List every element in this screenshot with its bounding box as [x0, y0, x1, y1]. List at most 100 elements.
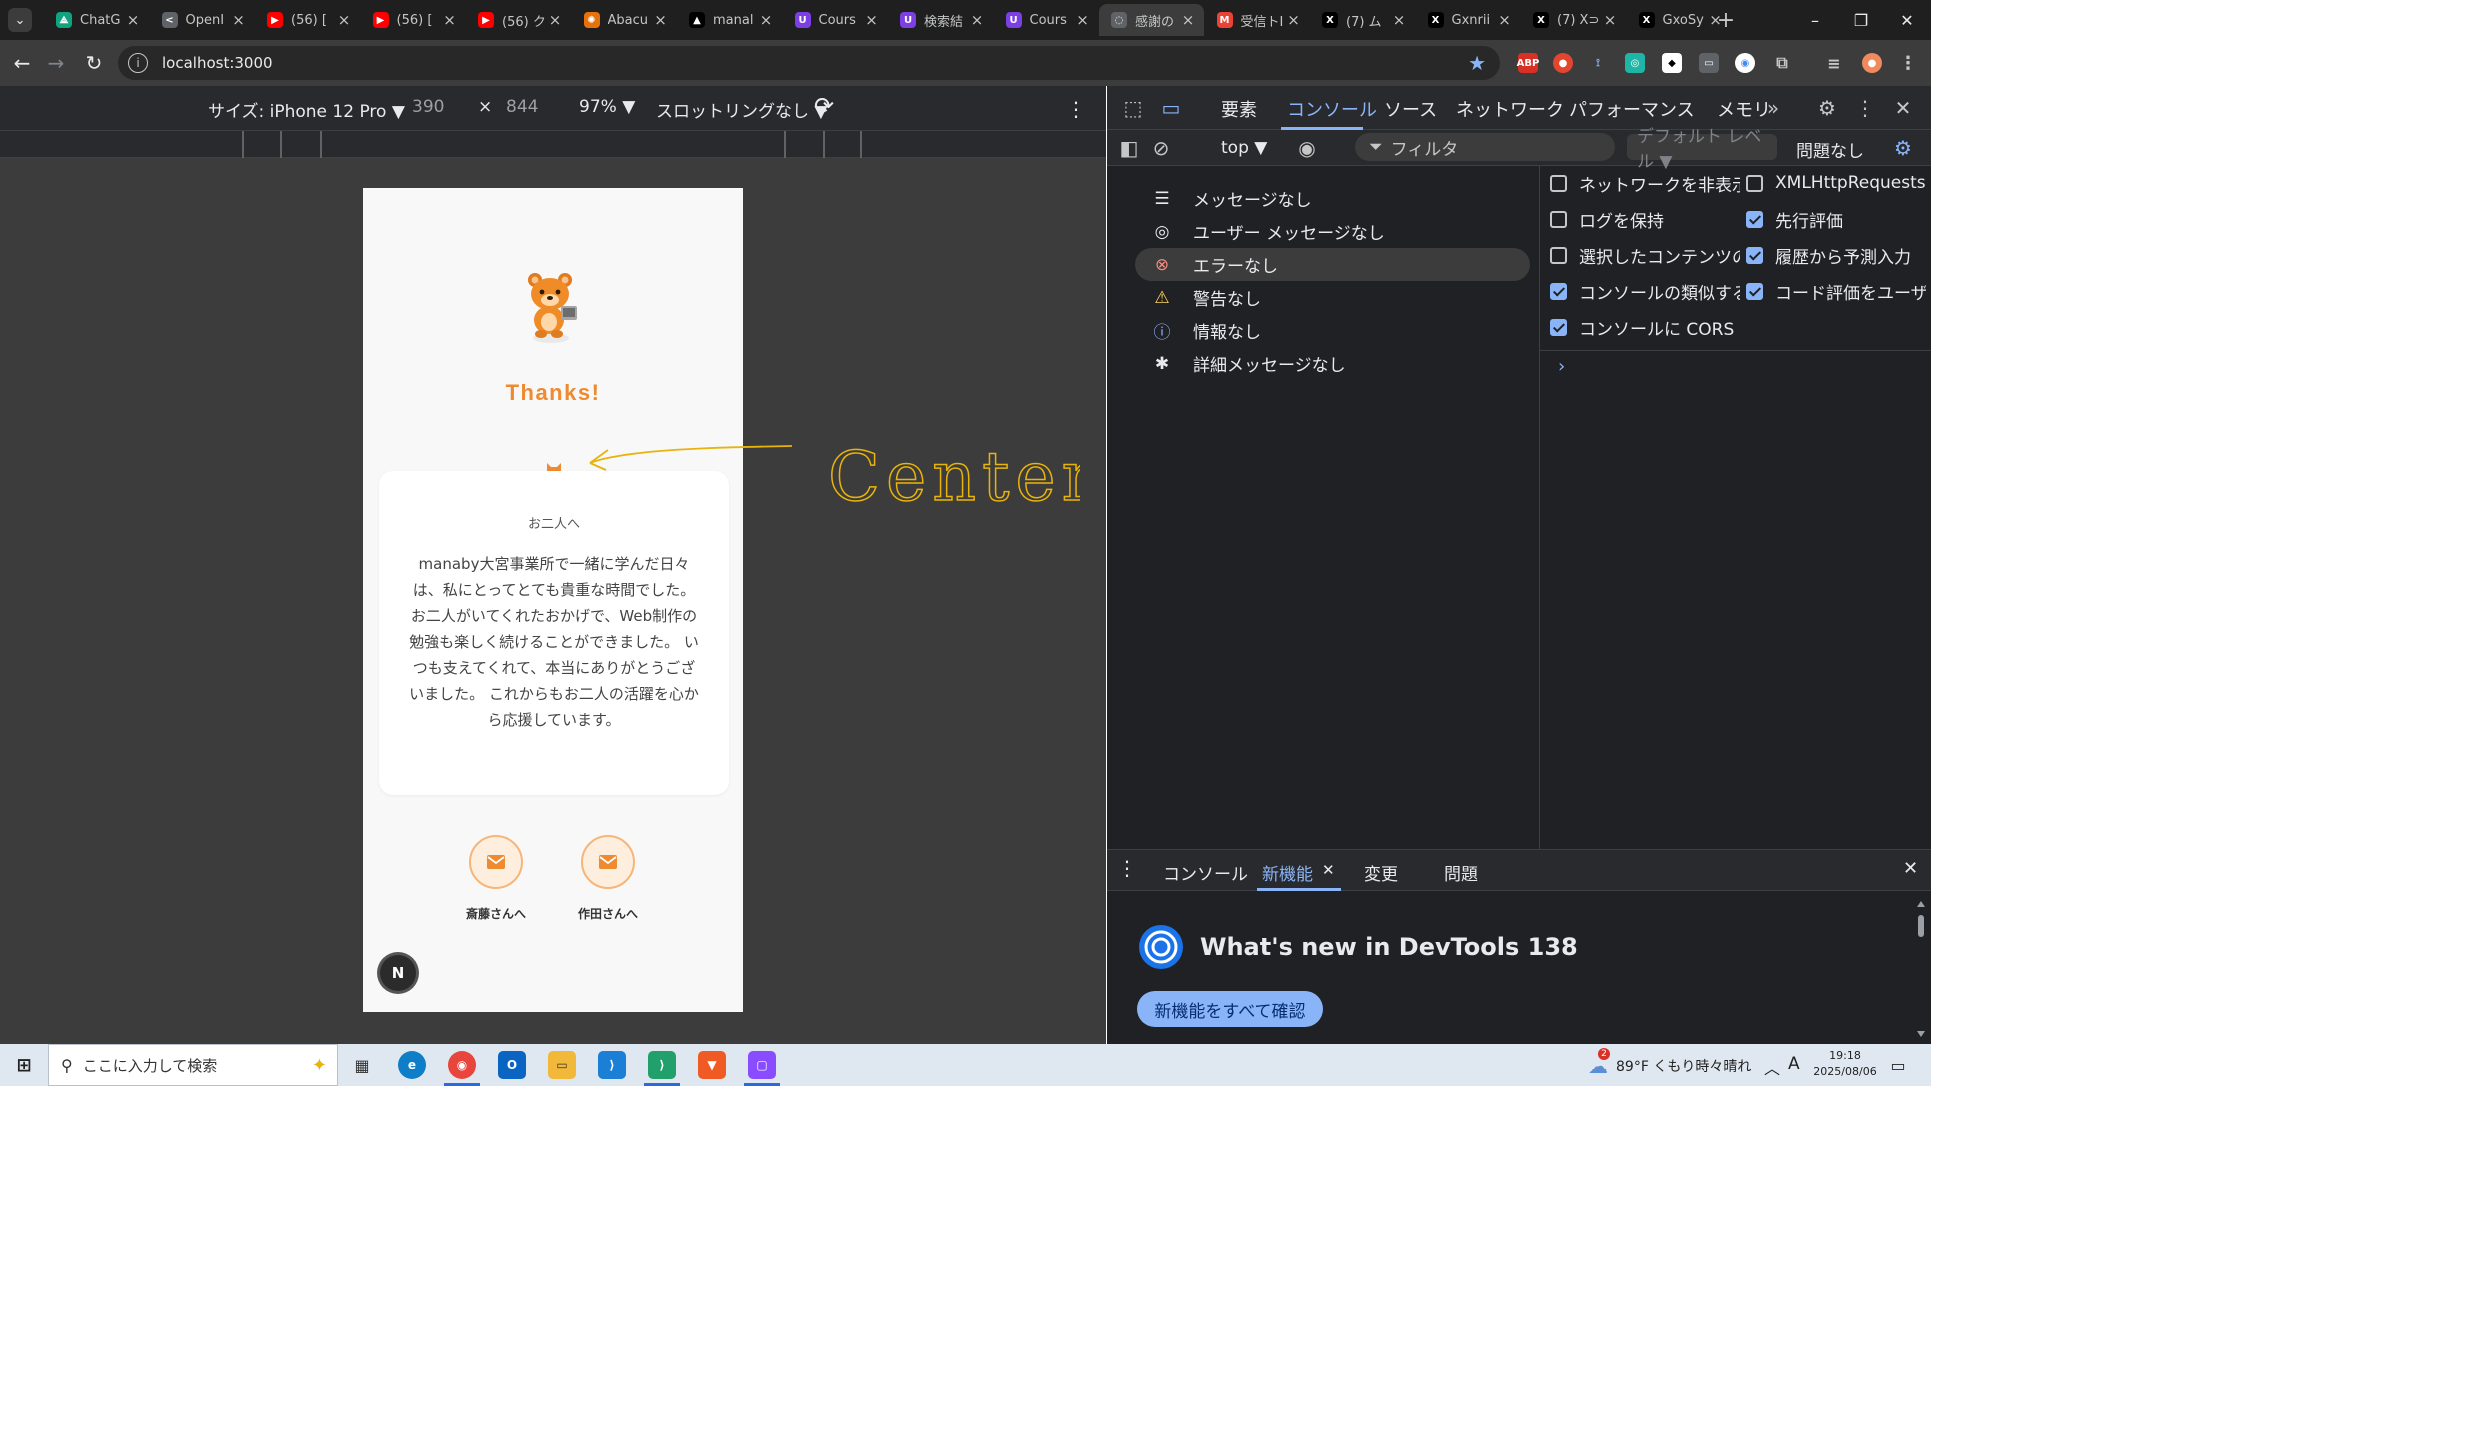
log-level-select[interactable]: デフォルト レベル ▼	[1627, 127, 1777, 172]
drawer-scrollbar[interactable]	[1916, 901, 1926, 1037]
close-tab-icon[interactable]: ×	[123, 11, 143, 29]
outlook-icon[interactable]: O	[498, 1051, 526, 1079]
drawer-menu-icon[interactable]: ⋮	[1117, 856, 1137, 880]
tab-console[interactable]: コンソール	[1287, 96, 1377, 122]
browser-tab[interactable]: X (7) ム ×	[1310, 4, 1415, 36]
task-view-icon[interactable]: ▦	[348, 1051, 376, 1079]
weather-widget[interactable]: ☁ 2 89°F くもり時々晴れ	[1588, 1048, 1751, 1078]
see-all-features-button[interactable]: 新機能をすべて確認	[1137, 991, 1323, 1027]
close-tab-icon[interactable]: ×	[1495, 11, 1515, 29]
more-tabs-icon[interactable]: »	[1759, 94, 1787, 122]
sidebar-item-errors[interactable]: ⊗ エラーなし	[1135, 248, 1530, 281]
clear-console-icon[interactable]: ⊘	[1147, 134, 1175, 162]
setting-user-activation[interactable]: コード評価をユーザー ...	[1746, 278, 1926, 304]
profile-avatar[interactable]: ●	[1862, 53, 1882, 73]
sidebar-item-verbose[interactable]: ✱ 詳細メッセージなし	[1135, 347, 1530, 380]
browser-tab[interactable]: ▶ (56) [×	[361, 4, 466, 36]
media-query-ruler[interactable]	[0, 130, 1106, 159]
checkbox[interactable]	[1746, 210, 1763, 228]
browser-tab[interactable]: U Cours ×	[994, 4, 1099, 36]
setting-eager-eval[interactable]: 先行評価	[1746, 206, 1926, 232]
device-toggle-icon[interactable]: ▭	[1157, 94, 1185, 122]
tab-search-button[interactable]: ⌄	[8, 8, 32, 32]
checkbox[interactable]	[1550, 318, 1567, 336]
tab-performance[interactable]: パフォーマンス	[1569, 96, 1695, 122]
address-bar[interactable]: i localhost:3000 ★	[118, 46, 1500, 80]
taskbar-search-input[interactable]: ⚲ ここに入力して検索 ✦	[48, 1044, 338, 1086]
chrome-browser-icon[interactable]: ◉	[448, 1051, 476, 1079]
close-tab-icon[interactable]: ×	[334, 11, 354, 29]
browser-tab[interactable]: ◌ 感謝の ×	[1099, 4, 1204, 36]
reload-button[interactable]: ↻	[80, 49, 108, 77]
settings-gear-icon[interactable]: ⚙	[1813, 94, 1841, 122]
setting-log-xhr[interactable]: XMLHttpRequests...	[1746, 170, 1926, 196]
close-tab-icon[interactable]: ×	[229, 11, 249, 29]
drawer-tab-console[interactable]: コンソール	[1163, 860, 1248, 885]
taskbar-clock[interactable]: 19:18 2025/08/06	[1808, 1048, 1882, 1080]
checkbox[interactable]	[1746, 246, 1763, 264]
checkbox[interactable]	[1550, 210, 1567, 228]
checkbox[interactable]	[1550, 174, 1567, 192]
close-tab-icon[interactable]: ×	[545, 11, 565, 29]
restore-button[interactable]: ❐	[1841, 6, 1881, 34]
tab-network[interactable]: ネットワーク	[1456, 96, 1564, 122]
new-tab-button[interactable]: +	[1712, 6, 1740, 34]
mail-button-label[interactable]: 斎藤さんへ	[436, 905, 556, 922]
checkbox[interactable]	[1550, 246, 1567, 264]
close-tab-icon[interactable]: ✕	[1322, 861, 1335, 879]
back-button[interactable]: ←	[8, 49, 36, 77]
close-drawer-icon[interactable]: ✕	[1903, 858, 1918, 879]
browser-tab[interactable]: ▶ (56) ク ×	[466, 4, 571, 36]
vscode-icon[interactable]: ⟩	[598, 1051, 626, 1079]
browser-tab[interactable]: M 受信トI ×	[1205, 4, 1310, 36]
console-settings-gear-icon[interactable]: ⚙	[1889, 134, 1917, 162]
extension-icon[interactable]: ◉	[1735, 53, 1755, 73]
context-select[interactable]: top ▼	[1221, 138, 1267, 158]
adblock-extension-icon[interactable]: ABP	[1517, 53, 1539, 73]
browser-tab[interactable]: U 検索結 ×	[888, 4, 993, 36]
issues-count[interactable]: 問題なし	[1796, 137, 1864, 162]
browser-tab[interactable]: ✺ Abacu ×	[572, 4, 677, 36]
puzzle-extensions-icon[interactable]: ⧉	[1772, 53, 1792, 73]
translate-extension-icon[interactable]: ⟟	[1588, 53, 1608, 73]
filter-input[interactable]: ⏷ フィルタ	[1355, 133, 1615, 161]
mail-button-sakuta[interactable]	[581, 835, 635, 889]
drawer-tab-issues[interactable]: 問題	[1444, 860, 1478, 885]
site-info-icon[interactable]: i	[128, 53, 148, 73]
chevron-up-icon[interactable]: ︿	[1764, 1055, 1780, 1079]
notification-icon[interactable]: ▭	[1884, 1051, 1912, 1079]
device-more-icon[interactable]: ⋮	[1066, 97, 1086, 121]
mail-button-saito[interactable]	[469, 835, 523, 889]
close-tab-icon[interactable]: ×	[1178, 11, 1198, 29]
close-devtools-icon[interactable]: ✕	[1889, 94, 1917, 122]
extension-icon[interactable]: ◎	[1625, 53, 1645, 73]
brave-browser-icon[interactable]: ▼	[698, 1051, 726, 1079]
browser-tab[interactable]: < OpenI ×	[150, 4, 255, 36]
setting-selected-context[interactable]: 選択したコンテンツの...	[1550, 242, 1740, 268]
inspect-element-icon[interactable]: ⬚	[1119, 94, 1147, 122]
device-height-input[interactable]: 844	[506, 97, 538, 117]
mail-button-label[interactable]: 作田さんへ	[548, 905, 668, 922]
vscode-insiders-icon[interactable]: ⟩	[648, 1051, 676, 1079]
close-window-button[interactable]: ✕	[1887, 6, 1927, 34]
minimize-button[interactable]: –	[1795, 6, 1835, 34]
sidebar-item-warnings[interactable]: ⚠ 警告なし	[1135, 281, 1530, 314]
rotate-icon[interactable]: ⟳	[814, 92, 834, 120]
setting-group-similar[interactable]: コンソールの類似する...	[1550, 278, 1740, 304]
setting-hide-network[interactable]: ネットワークを非表示	[1550, 170, 1740, 196]
close-tab-icon[interactable]: ×	[756, 11, 776, 29]
setting-autocomplete-history[interactable]: 履歴から予測入力	[1746, 242, 1926, 268]
browser-tab[interactable]: X Gxnrii ×	[1416, 4, 1521, 36]
device-select[interactable]: サイズ: iPhone 12 Pro ▼	[208, 97, 405, 122]
devtools-menu-icon[interactable]: ⋮	[1851, 94, 1879, 122]
edge-browser-icon[interactable]: e	[398, 1051, 426, 1079]
ime-indicator[interactable]: A	[1788, 1054, 1800, 1074]
media-controls-icon[interactable]: ≡	[1824, 53, 1844, 73]
drawer-tab-changes[interactable]: 変更	[1364, 860, 1398, 885]
checkbox[interactable]	[1746, 174, 1763, 192]
browser-tab[interactable]: ⟁ ChatG ×	[44, 4, 149, 36]
browser-tab[interactable]: ▶ (56) [×	[255, 4, 360, 36]
sidebar-item-messages[interactable]: ☰ メッセージなし	[1135, 182, 1530, 215]
setting-preserve-log[interactable]: ログを保持	[1550, 206, 1740, 232]
windows-start-icon[interactable]: ⊞	[10, 1051, 38, 1079]
